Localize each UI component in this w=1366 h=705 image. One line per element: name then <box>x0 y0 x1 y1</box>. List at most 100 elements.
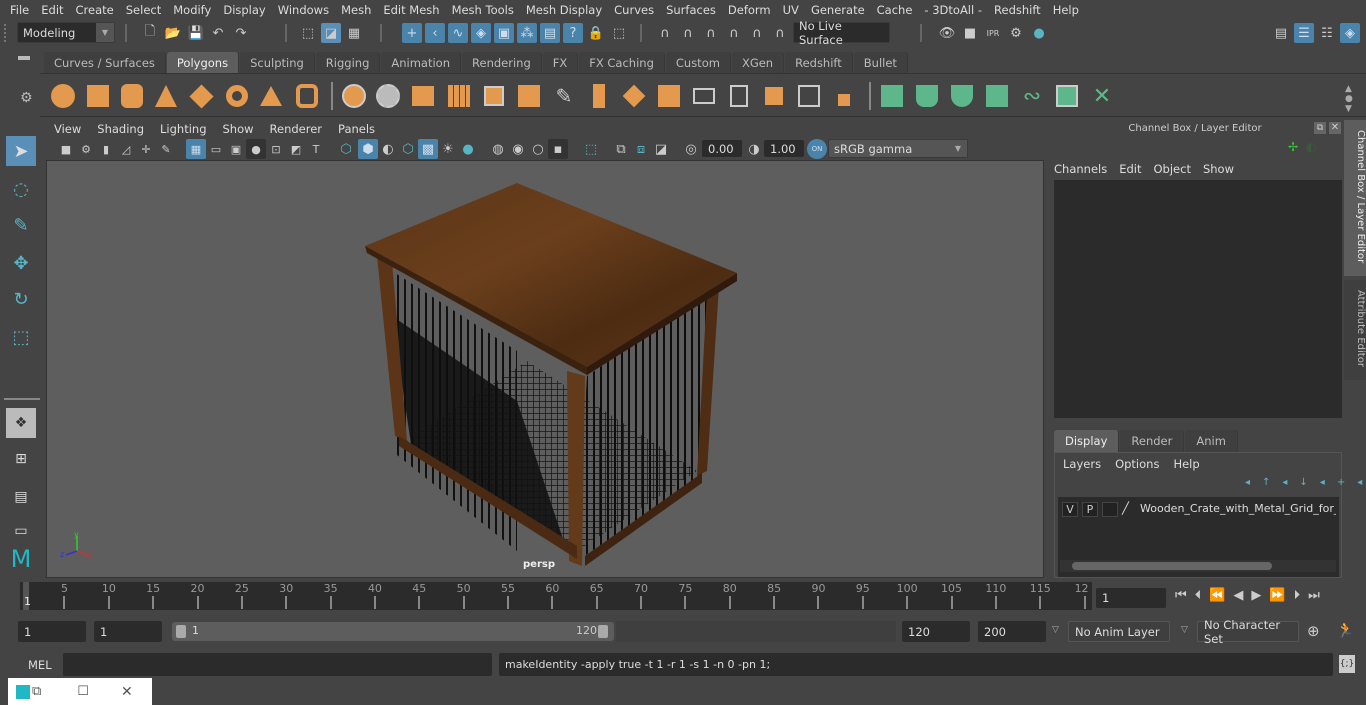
ipr-render-icon[interactable]: IPR <box>983 23 1003 43</box>
viewport-persp[interactable]: persp y x z <box>46 160 1044 578</box>
layer-playback-toggle[interactable]: P <box>1082 502 1098 517</box>
render-options-icon[interactable]: ⚙ <box>1006 23 1026 43</box>
2d-pan-zoom-icon[interactable]: ✛ <box>136 139 156 159</box>
menu-file[interactable]: File <box>4 3 35 17</box>
film-gate-icon[interactable]: ▭ <box>206 139 226 159</box>
poly-cylinder-icon[interactable] <box>118 82 146 110</box>
help-icon[interactable]: ? <box>563 23 583 43</box>
channel-menu-show[interactable]: Show <box>1203 162 1246 176</box>
close-panel-icon[interactable]: ✕ <box>1329 122 1341 134</box>
layer-menu-options[interactable]: Options <box>1115 457 1173 471</box>
tab-attribute-editor[interactable]: Attribute Editor <box>1344 280 1366 380</box>
safe-action-icon[interactable]: ◩ <box>286 139 306 159</box>
offset-edge-loop-icon[interactable] <box>725 82 753 110</box>
save-scene-icon[interactable]: 💾 <box>186 23 206 43</box>
tab-sculpting[interactable]: Sculpting <box>240 52 315 73</box>
playback-start-field[interactable]: 1 <box>94 621 162 642</box>
smooth-shade-icon[interactable]: ⬢ <box>358 139 378 159</box>
range-end-handle[interactable] <box>598 625 608 638</box>
grease-pencil-icon[interactable]: ✎ <box>156 139 176 159</box>
exposure-icon[interactable]: ◎ <box>681 139 701 159</box>
depth-of-field-icon[interactable]: ▪ <box>548 139 568 159</box>
crate-model[interactable] <box>47 161 1045 579</box>
extrude-icon[interactable] <box>585 82 613 110</box>
uv-editor-icon[interactable] <box>1053 82 1081 110</box>
time-slider[interactable]: 1 5 10 15 20 25 30 35 40 45 50 55 60 65 70 75 80 85 90 95 1… <box>20 582 1092 610</box>
layer-menu-help[interactable]: Help <box>1173 457 1213 471</box>
menu-display[interactable]: Display <box>217 3 271 17</box>
range-start-handle[interactable] <box>176 625 186 638</box>
layer-visibility-toggle[interactable]: V <box>1062 502 1078 517</box>
magnet-vertex-icon[interactable]: ∩ <box>724 23 744 43</box>
menu-modify[interactable]: Modify <box>167 3 217 17</box>
tab-polygons[interactable]: Polygons <box>166 52 240 73</box>
magnet-point-icon[interactable]: ∩ <box>701 23 721 43</box>
fill-hole-icon[interactable] <box>830 82 858 110</box>
layer-color-icon[interactable]: ╱ <box>1122 501 1129 515</box>
select-tool-icon[interactable]: ➤ <box>6 136 36 166</box>
tab-rendering[interactable]: Rendering <box>462 52 542 73</box>
mode-dropdown[interactable]: Modeling ▼ <box>17 22 115 43</box>
range-slider[interactable]: 1 120 <box>172 622 614 641</box>
channel-box-icon[interactable]: ◈ <box>1340 23 1360 43</box>
uv-unfold-icon[interactable]: ✕ <box>1088 82 1116 110</box>
magnet-live-icon[interactable]: ∩ <box>770 23 790 43</box>
snap-point-icon[interactable]: ∿ <box>448 23 468 43</box>
open-scene-icon[interactable]: 📂 <box>163 23 183 43</box>
auto-key-icon[interactable]: ⊕ <box>1307 622 1320 640</box>
image-plane-icon[interactable]: ◿ <box>116 139 136 159</box>
collapse-icon[interactable] <box>795 82 823 110</box>
anti-alias-icon[interactable]: ○ <box>528 139 548 159</box>
four-pane-layout-icon[interactable]: ⊞ <box>6 444 36 474</box>
menu-surfaces[interactable]: Surfaces <box>660 3 722 17</box>
command-language-label[interactable]: MEL <box>28 658 52 672</box>
select-component-icon[interactable]: ▦ <box>344 23 364 43</box>
layer-tab-render[interactable]: Render <box>1120 430 1185 452</box>
shelf-menu-icon[interactable] <box>18 56 30 60</box>
xray-icon[interactable]: ⬡ <box>398 139 418 159</box>
field-chart-icon[interactable]: ⊡ <box>266 139 286 159</box>
scale-tool-icon[interactable]: ⬚ <box>6 322 36 352</box>
maximize-icon[interactable]: ☐ <box>77 684 89 699</box>
shelf-scroll-icon[interactable]: ▲ ● ▼ <box>1345 84 1353 114</box>
char-set-chevron-icon[interactable]: ▽ <box>1181 625 1188 635</box>
snap-curve-icon[interactable]: ‹ <box>425 23 445 43</box>
outliner-layout-icon[interactable]: ▤ <box>6 482 36 512</box>
viewport-menu-view[interactable]: View <box>46 122 89 136</box>
layer-tab-anim[interactable]: Anim <box>1185 430 1238 452</box>
snap-vertex-icon[interactable]: ⁂ <box>517 23 537 43</box>
separate-icon[interactable] <box>374 82 402 110</box>
attribute-editor-icon[interactable]: ☰ <box>1294 23 1314 43</box>
script-editor-icon[interactable]: {;} <box>1339 655 1355 673</box>
prev-key-icon[interactable]: ⏪ <box>1209 588 1225 603</box>
viewport-menu-shading[interactable]: Shading <box>89 122 152 136</box>
render-settings-icon[interactable]: 👁 <box>937 23 957 43</box>
menu-mesh[interactable]: Mesh <box>335 3 377 17</box>
menu-redshift[interactable]: Redshift <box>988 3 1047 17</box>
combine-icon[interactable] <box>340 82 368 110</box>
bridge-icon[interactable] <box>620 82 648 110</box>
mirror-icon[interactable] <box>409 82 437 110</box>
xray-joints-icon[interactable]: ⧉ <box>611 139 631 159</box>
viewport-menu-show[interactable]: Show <box>215 122 262 136</box>
gamma-icon[interactable]: ◑ <box>744 139 764 159</box>
camera-icon[interactable]: ■ <box>56 139 76 159</box>
viewport-menu-panels[interactable]: Panels <box>330 122 383 136</box>
screen-space-ao-icon[interactable]: ◍ <box>488 139 508 159</box>
wireframe-on-shaded-icon[interactable]: ◐ <box>378 139 398 159</box>
close-icon[interactable]: ✕ <box>121 684 133 700</box>
current-frame-field[interactable]: 1 <box>1096 588 1166 608</box>
smooth-icon[interactable] <box>445 82 473 110</box>
manipulator-icon[interactable]: ✢ <box>1288 140 1298 154</box>
step-forward-icon[interactable]: ⏵ <box>1294 588 1301 603</box>
bevel-cube-icon[interactable] <box>480 82 508 110</box>
poly-cube-icon[interactable] <box>84 82 112 110</box>
uv-contour-icon[interactable]: ∾ <box>1018 82 1046 110</box>
menu-3dtoall[interactable]: - 3DtoAll - <box>918 3 988 17</box>
layer-type-toggle[interactable] <box>1102 502 1118 517</box>
tab-curves-surfaces[interactable]: Curves / Surfaces <box>44 52 166 73</box>
shadows-icon[interactable]: ● <box>458 139 478 159</box>
anim-preferences-icon[interactable]: 🏃 <box>1336 621 1355 639</box>
next-key-icon[interactable]: ⏩ <box>1269 588 1285 603</box>
paint-select-tool-icon[interactable]: ✎ <box>6 210 36 240</box>
